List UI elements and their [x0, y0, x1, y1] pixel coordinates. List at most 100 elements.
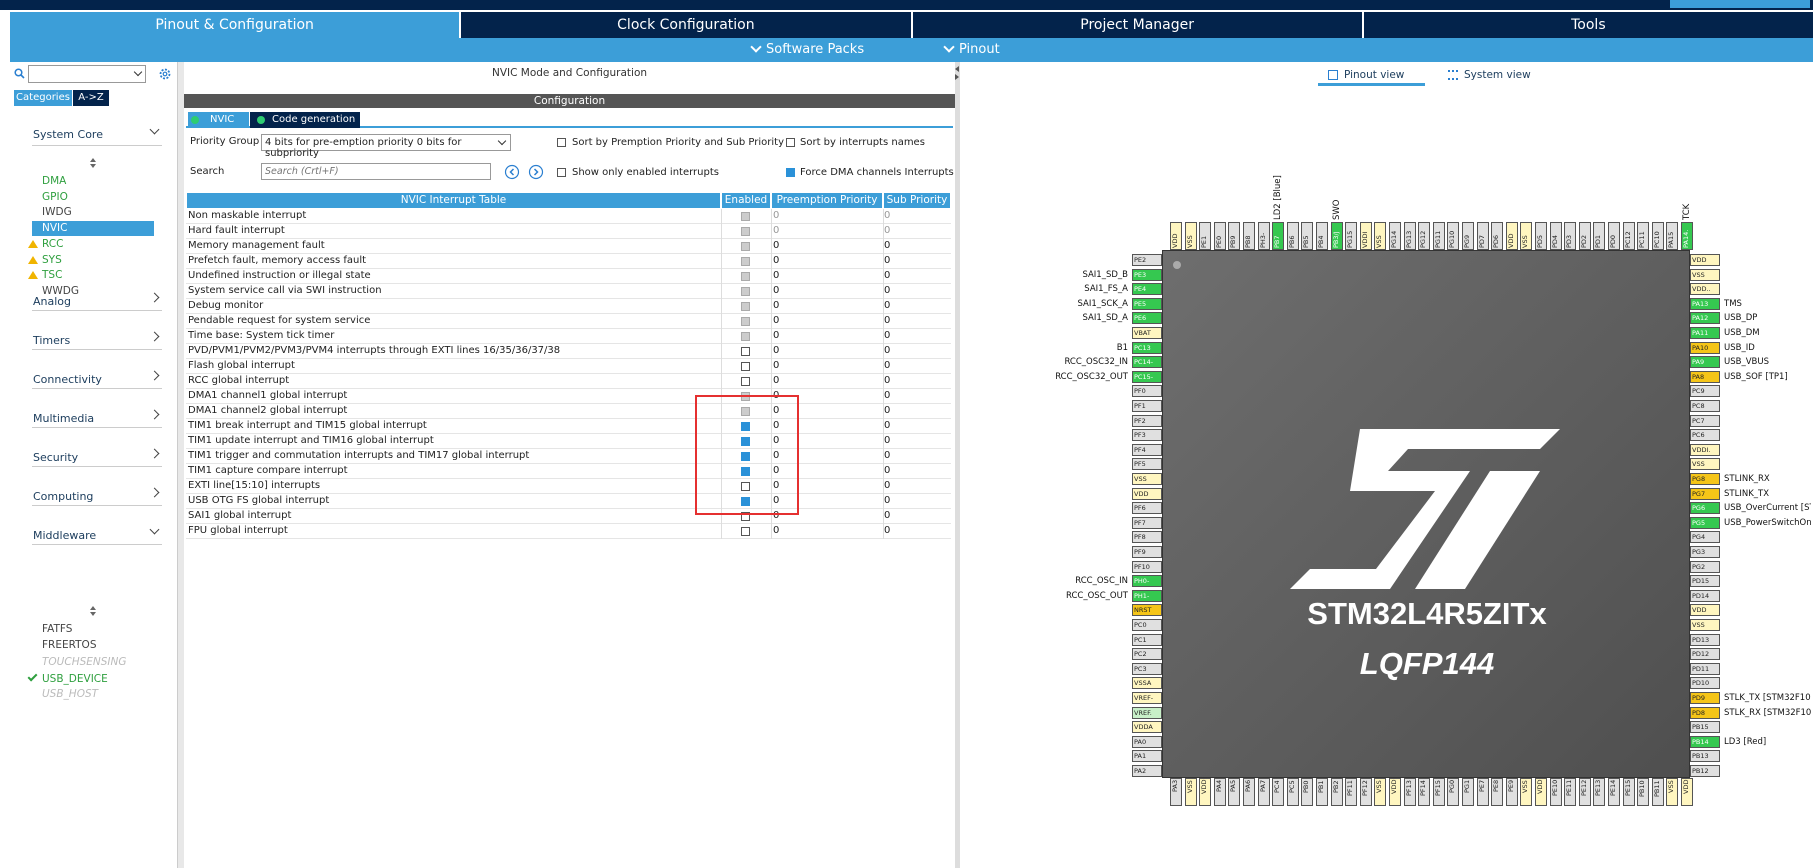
- chip-pin-bottom[interactable]: PF12: [1359, 778, 1372, 806]
- chip-pin-left[interactable]: PC3: [1132, 662, 1162, 675]
- sub-priority-value[interactable]: 0: [884, 420, 890, 431]
- chip-pin-top[interactable]: PB3/J: [1330, 222, 1343, 250]
- chip-pin-top[interactable]: VDD: [1505, 222, 1518, 250]
- chip-pin-bottom[interactable]: PB2: [1330, 778, 1343, 806]
- scroll-down-icon[interactable]: [90, 164, 96, 168]
- chip-pin-top[interactable]: PC12: [1622, 222, 1635, 250]
- chip-pin-top[interactable]: PD5: [1535, 222, 1547, 250]
- search-input[interactable]: [261, 163, 491, 180]
- sub-priority-value[interactable]: 0: [884, 360, 890, 371]
- chip-pin-top[interactable]: PG10: [1447, 222, 1460, 250]
- chip-pin-top[interactable]: VSS: [1184, 222, 1197, 250]
- chip-pin-right[interactable]: PC9: [1690, 385, 1720, 398]
- chip-pin-top[interactable]: PB9: [1228, 222, 1241, 250]
- chip-pin-top[interactable]: VSS: [1520, 222, 1533, 250]
- category-multimedia[interactable]: Multimedia: [32, 408, 162, 428]
- chip-pin-top[interactable]: PD1: [1593, 222, 1606, 250]
- chip-pin-left[interactable]: PC2: [1132, 648, 1162, 661]
- sub-priority-value[interactable]: 0: [884, 285, 890, 296]
- show-enabled-checkbox[interactable]: [557, 168, 566, 177]
- sub-priority-value[interactable]: 0: [884, 495, 890, 506]
- category-connectivity[interactable]: Connectivity: [32, 369, 162, 389]
- chip-pin-left[interactable]: PA1: [1132, 750, 1162, 763]
- collapse-right-icon[interactable]: [955, 74, 959, 80]
- chip-pin-right[interactable]: PB12: [1690, 765, 1720, 777]
- sidebar-item-dma[interactable]: DMA: [42, 175, 66, 187]
- chip-pin-right[interactable]: PG4: [1690, 531, 1720, 544]
- chip-pin-right[interactable]: PB14: [1690, 735, 1720, 748]
- chip-pin-bottom[interactable]: VDD: [1681, 778, 1693, 806]
- chip-pin-right[interactable]: PD13: [1690, 633, 1720, 646]
- chip-pin-right[interactable]: PG5: [1690, 516, 1720, 529]
- category-timers[interactable]: Timers: [32, 330, 162, 350]
- sub-priority-value[interactable]: 0: [884, 405, 890, 416]
- categories-button[interactable]: Categories: [14, 90, 72, 106]
- preemption-priority-value[interactable]: 0: [773, 525, 779, 536]
- chip-pin-bottom[interactable]: PB10: [1637, 778, 1650, 806]
- chip-pin-top[interactable]: PE0: [1213, 222, 1226, 250]
- chip-pin-right[interactable]: PB13: [1690, 750, 1720, 763]
- chip-pin-bottom[interactable]: PB11: [1651, 778, 1664, 806]
- chip-pin-left[interactable]: VREF.: [1132, 706, 1162, 719]
- category-computing[interactable]: Computing: [32, 486, 162, 506]
- chip-pin-right[interactable]: PD14: [1690, 589, 1720, 602]
- chip-pin-top[interactable]: PD3: [1564, 222, 1577, 250]
- sub-priority-value[interactable]: 0: [884, 450, 890, 461]
- pinout-view-tab[interactable]: Pinout view: [1318, 66, 1425, 86]
- category-middleware[interactable]: Middleware: [32, 524, 162, 545]
- chip-pin-right[interactable]: PA13: [1690, 297, 1720, 310]
- chip-pin-top[interactable]: PD2: [1578, 222, 1591, 250]
- chip-pin-left[interactable]: PE4: [1132, 283, 1162, 296]
- chip-pin-bottom[interactable]: PA4: [1213, 778, 1226, 806]
- chip-pin-bottom[interactable]: PA6: [1243, 778, 1255, 806]
- chip-pin-right[interactable]: PD8: [1690, 706, 1720, 719]
- middleware-item-usb-device[interactable]: USB_DEVICE: [27, 671, 108, 685]
- chip-pin-bottom[interactable]: PB1: [1316, 778, 1328, 806]
- chip-pin-top[interactable]: PC11: [1637, 222, 1650, 250]
- preemption-priority-value[interactable]: 0: [773, 330, 779, 341]
- enabled-checkbox[interactable]: [741, 347, 750, 356]
- chip-pin-top[interactable]: VDDI: [1359, 222, 1372, 250]
- chip-pin-right[interactable]: PA10: [1690, 341, 1720, 354]
- chip-pin-bottom[interactable]: PA7: [1257, 778, 1270, 806]
- collapse-left-icon[interactable]: [955, 66, 959, 72]
- sidebar-item-iwdg[interactable]: IWDG: [42, 206, 72, 218]
- chip-pin-bottom[interactable]: PA5: [1228, 778, 1241, 806]
- sub-priority-value[interactable]: 0: [884, 390, 890, 401]
- chip-pin-left[interactable]: PF4: [1132, 443, 1162, 456]
- preemption-priority-value[interactable]: 0: [773, 240, 779, 251]
- chip-pin-right[interactable]: PD12: [1690, 648, 1720, 661]
- chip-pin-right[interactable]: PB15: [1690, 721, 1720, 734]
- chip-pin-right[interactable]: VDD..: [1690, 283, 1720, 296]
- chip-pin-bottom[interactable]: VDD: [1389, 778, 1401, 806]
- preemption-priority-value[interactable]: 0: [773, 285, 779, 296]
- chip-pin-right[interactable]: PC6: [1690, 429, 1720, 442]
- chip-pin-left[interactable]: PF10: [1132, 560, 1162, 573]
- chip-pin-top[interactable]: PG15: [1345, 222, 1358, 250]
- chip-pin-bottom[interactable]: PE11: [1564, 778, 1577, 806]
- scroll-up-icon[interactable]: [90, 158, 96, 162]
- preemption-priority-value[interactable]: 0: [773, 270, 779, 281]
- sub-priority-value[interactable]: 0: [884, 375, 890, 386]
- sidebar-item-gpio[interactable]: GPIO: [42, 191, 68, 203]
- category-system-core[interactable]: System Core: [32, 124, 162, 146]
- search-next-icon[interactable]: [528, 164, 544, 180]
- chip-pin-top[interactable]: PG12: [1418, 222, 1431, 250]
- middleware-item-touchsensing[interactable]: TOUCHSENSING: [42, 656, 127, 668]
- chip-pin-bottom[interactable]: VDD: [1199, 778, 1212, 806]
- tab-code-generation[interactable]: Code generation: [250, 112, 360, 128]
- chip-pin-top[interactable]: PB8: [1243, 222, 1255, 250]
- chip-pin-top[interactable]: PD0: [1608, 222, 1620, 250]
- chip-pin-left[interactable]: PE2: [1132, 254, 1162, 266]
- preemption-priority-value[interactable]: 0: [773, 315, 779, 326]
- chip-pin-bottom[interactable]: PE13: [1593, 778, 1606, 806]
- chip-pin-left[interactable]: VDD: [1132, 487, 1162, 500]
- chip-pin-top[interactable]: PA14.: [1681, 222, 1693, 250]
- chip-pin-top[interactable]: PC10: [1651, 222, 1664, 250]
- chip-pin-top[interactable]: PB5: [1301, 222, 1314, 250]
- chip-pin-right[interactable]: PG2: [1690, 560, 1720, 573]
- chip-pin-bottom[interactable]: VSS: [1184, 778, 1197, 806]
- chip-pin-top[interactable]: PB4: [1316, 222, 1328, 250]
- chip-pin-bottom[interactable]: PF13: [1403, 778, 1416, 806]
- chip-pin-bottom[interactable]: VSS: [1666, 778, 1679, 806]
